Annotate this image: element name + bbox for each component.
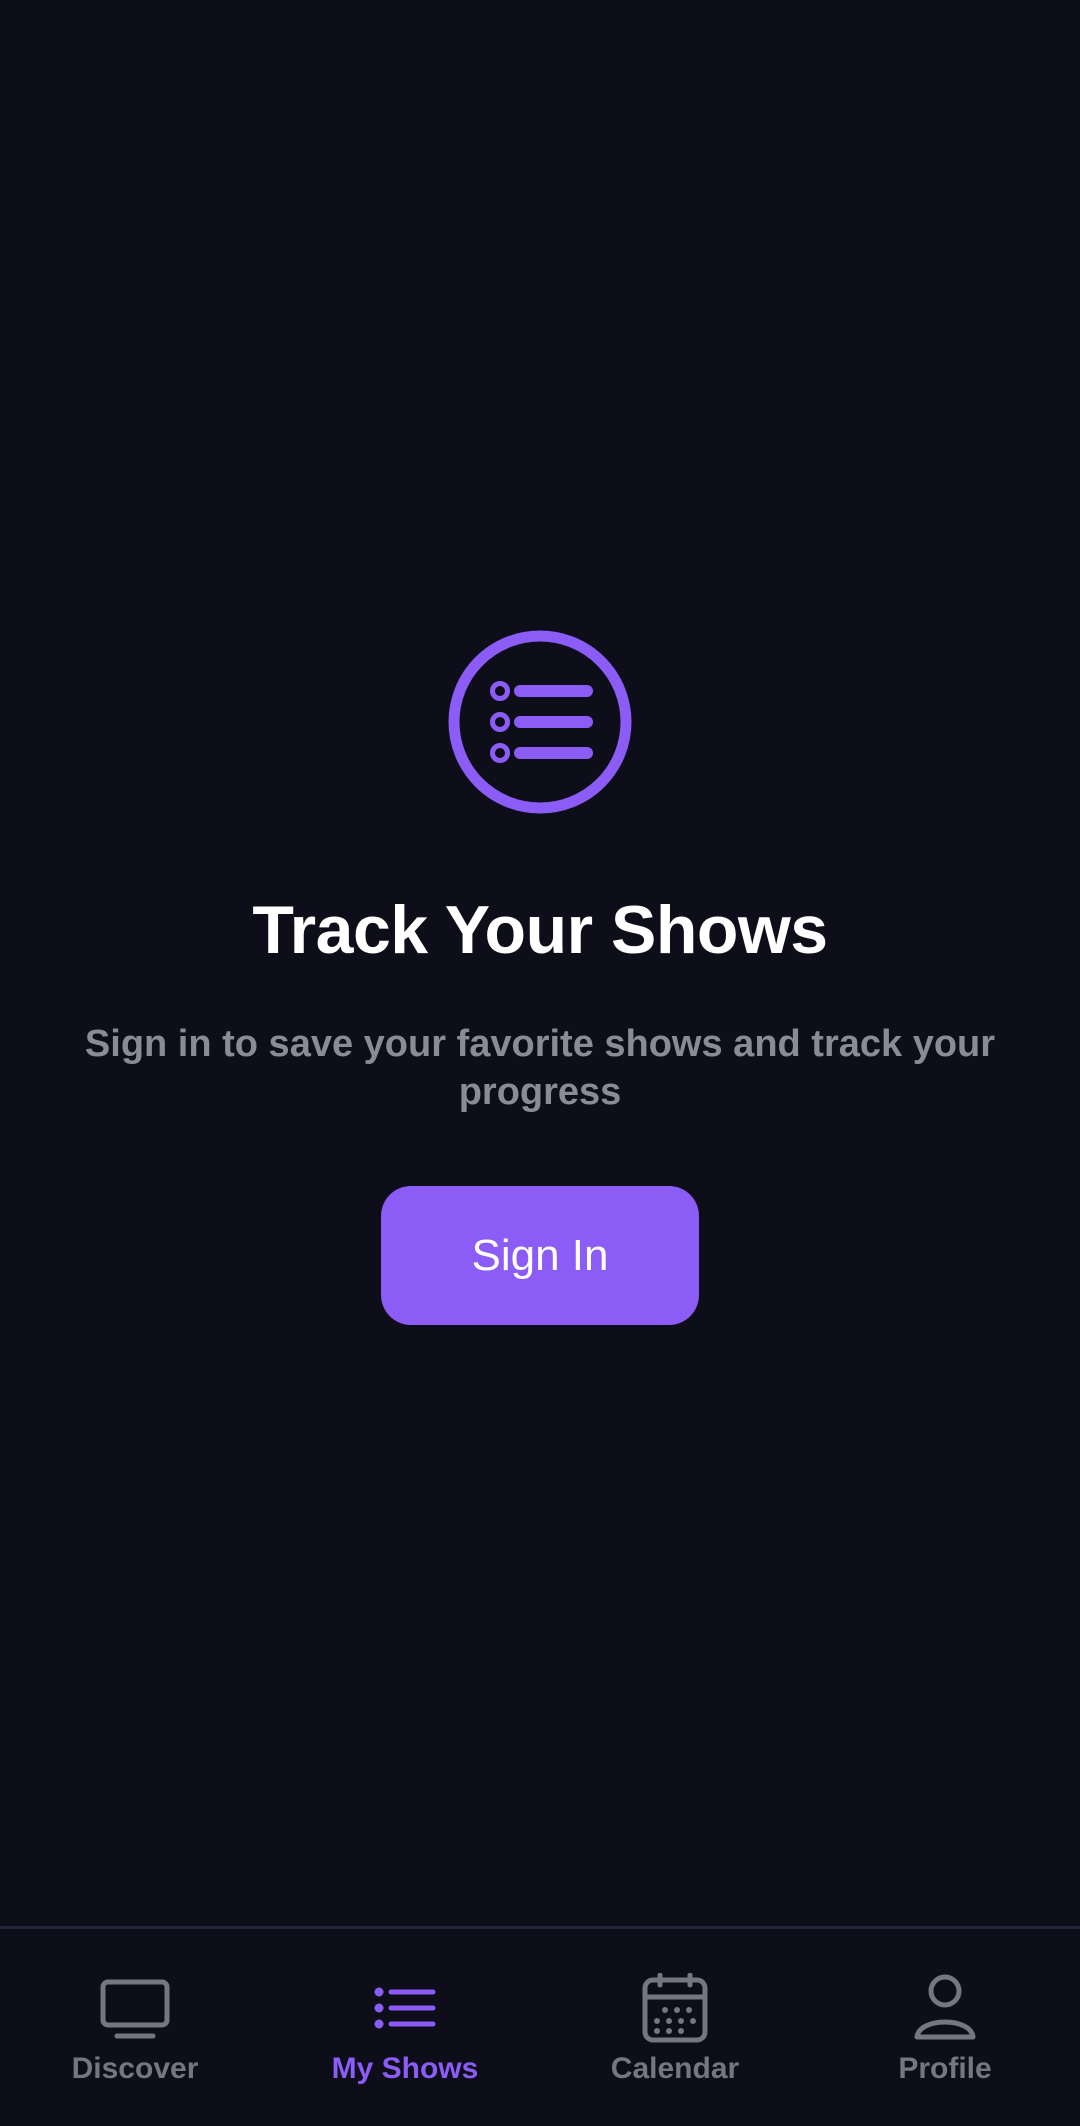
calendar-icon [642,1973,708,2043]
tab-my-shows[interactable]: My Shows [270,1929,540,2126]
tab-label-my-shows: My Shows [331,2052,479,2085]
tab-discover[interactable]: Discover [0,1929,270,2126]
tab-label-profile: Profile [898,2052,992,2085]
tab-profile[interactable]: Profile [810,1929,1080,2126]
tab-label-discover: Discover [71,2052,199,2085]
person-icon [914,1974,976,2040]
tab-label-calendar: Calendar [610,2052,740,2085]
empty-state-title: Track Your Shows [252,892,828,968]
tab-calendar[interactable]: Calendar [540,1929,810,2126]
tv-icon [100,1979,170,2039]
empty-state: Track Your Shows Sign in to save your fa… [0,0,1080,1926]
sign-in-button[interactable]: Sign In [381,1186,699,1325]
empty-state-subtitle: Sign in to save your favorite shows and … [84,1023,996,1113]
list-icon [374,1987,436,2029]
list-circle-icon [448,630,632,814]
app-screen: Track Your Shows Sign in to save your fa… [0,0,1080,2126]
bottom-tab-bar: Discover My Shows Calendar Profile [0,1926,1080,2126]
